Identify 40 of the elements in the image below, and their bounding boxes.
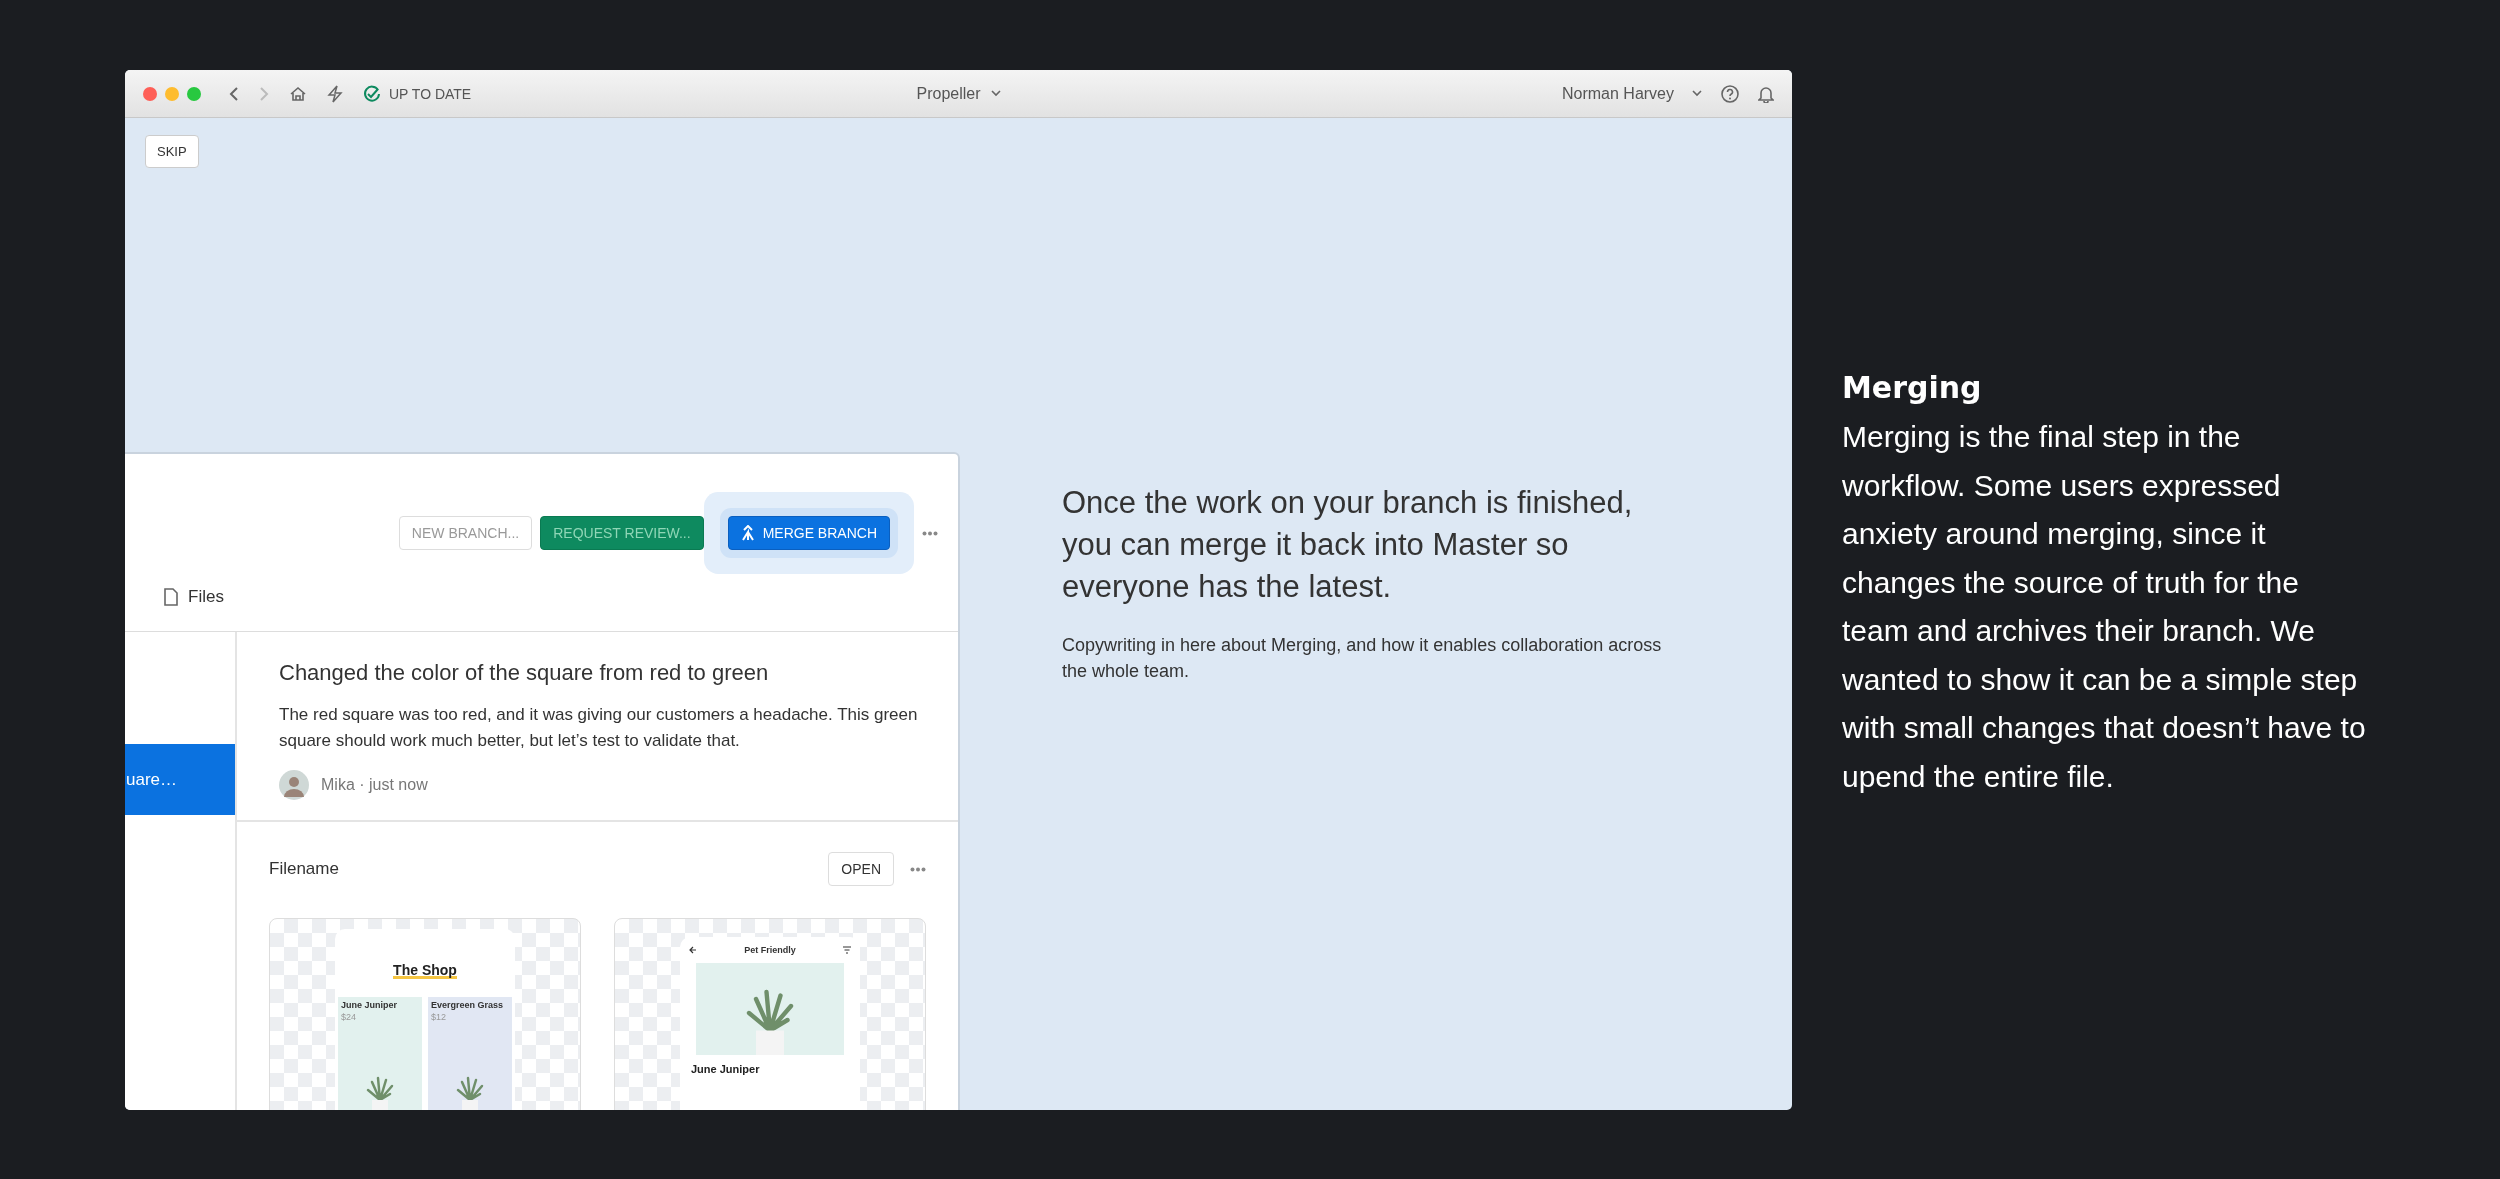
caret-icon[interactable]	[990, 90, 1001, 97]
back-arrow-icon	[689, 946, 697, 954]
note-text: Merging is the final step in the workflow. Some users expressed anxiety around merging, since it changes the source of truth for the team and archives their branch. We wanted to show it can be a simple step with small changes that doesn’t have to upend the entire file.	[1842, 419, 2367, 795]
more-icon[interactable]	[910, 866, 926, 872]
product-name: June Juniper	[341, 1000, 398, 1010]
files-tab[interactable]: Files	[188, 586, 224, 607]
lightning-icon[interactable]	[327, 84, 343, 103]
skip-button[interactable]: SKIP	[145, 135, 199, 168]
commit-author: Mika · just now	[321, 776, 428, 794]
window-title[interactable]: Propeller	[916, 84, 981, 103]
note-title: Merging	[1842, 370, 1983, 405]
product-price: $24	[341, 1012, 358, 1022]
product-name: June Juniper	[691, 1063, 760, 1075]
caret-icon[interactable]	[1692, 90, 1702, 97]
file-icon	[164, 587, 178, 606]
home-icon[interactable]	[289, 85, 307, 102]
product-name: Evergreen Grass	[431, 1000, 505, 1010]
commit-list-item[interactable]: uare…	[125, 744, 235, 815]
check-circle-icon	[363, 84, 381, 103]
more-icon[interactable]	[922, 530, 938, 536]
merge-icon	[740, 525, 755, 541]
file-thumbnail[interactable]: Pet Friendly June Juniper	[614, 918, 926, 1110]
commit-title: Changed the color of the square from red to green	[279, 660, 770, 686]
help-icon[interactable]	[1720, 83, 1740, 104]
commit-description: The red square was too red, and it was giving our customers a headache. This green square should work much better, but let’s test to validate that.	[279, 704, 919, 752]
file-thumbnail[interactable]: The Shop June Juniper $24 Evergreen Grass $12	[269, 918, 581, 1110]
open-button[interactable]: OPEN	[828, 852, 894, 886]
bell-icon[interactable]	[1758, 84, 1774, 103]
sync-status: UP TO DATE	[389, 85, 472, 102]
user-name[interactable]: Norman Harvey	[1561, 84, 1674, 103]
back-icon[interactable]	[229, 85, 239, 102]
mockup-title: The Shop	[393, 965, 457, 979]
avatar-icon	[279, 770, 309, 800]
file-name: Filename	[269, 859, 339, 879]
callout-heading: Once the work on your branch is finished, you can merge it back into Master so everyone has the latest.	[1062, 484, 1634, 606]
filter-icon	[843, 946, 851, 954]
callout-text: Copywriting in here about Merging, and how it enables collaboration across the whole team.	[1062, 634, 1663, 683]
product-price: $12	[431, 1012, 448, 1022]
close-icon[interactable]	[143, 86, 157, 101]
mockup-title: Pet Friendly	[744, 945, 796, 955]
